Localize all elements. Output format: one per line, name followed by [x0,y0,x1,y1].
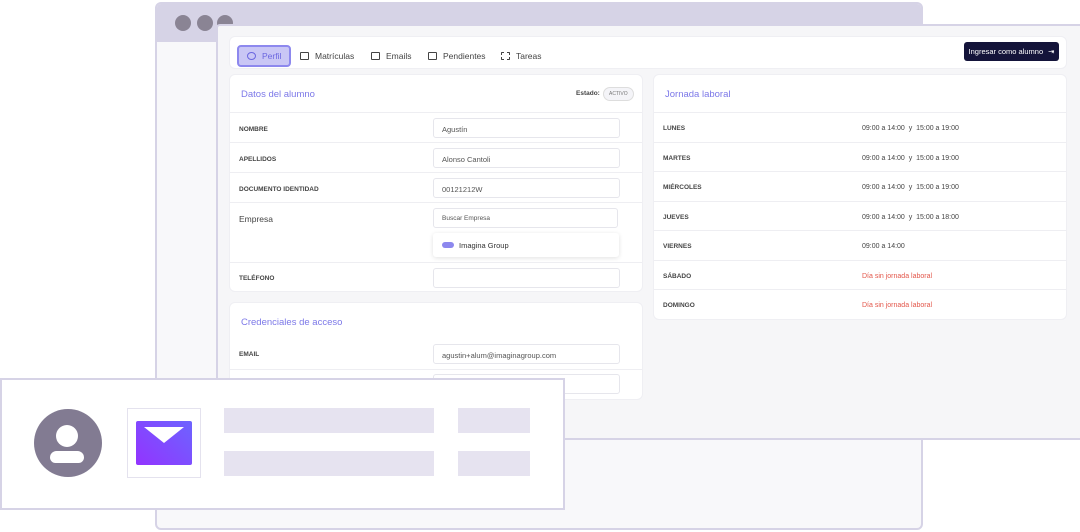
day-hours: 09:00 a 14:00 y 15:00 a 19:00 [862,125,959,132]
tab-emails[interactable]: Emails [363,45,420,67]
day-hours: 09:00 a 14:00 y 15:00 a 19:00 [862,184,959,191]
login-as-student-button[interactable]: Ingresar como alumno ⇥ [964,42,1059,61]
day-label: VIERNES [663,243,692,250]
window-dot [175,15,191,31]
mail-icon [371,52,380,60]
telefono-input[interactable] [433,268,620,288]
schedule-row: LUNES 09:00 a 14:00 y 15:00 a 19:00 [654,112,1066,141]
placeholder-bar [458,451,530,476]
status-badge: ACTIVO [603,87,634,101]
mail-icon-box [127,408,201,478]
schedule-row: VIERNES 09:00 a 14:00 [654,230,1066,259]
login-icon: ⇥ [1048,47,1055,56]
tab-pendientes[interactable]: Pendientes [420,45,494,67]
button-label: Ingresar como alumno [968,47,1044,56]
field-row: DOCUMENTO IDENTIDAD 00121212W [230,172,642,202]
day-label: MIÉRCOLES [663,184,702,191]
day-hours: 09:00 a 14:00 y 15:00 a 18:00 [862,213,959,221]
card-title: Datos del alumno [241,89,315,100]
tab-label: Perfil [262,51,282,61]
day-label: JUEVES [663,213,689,221]
placeholder-bar [458,408,530,433]
nombre-input[interactable]: Agustín [433,118,620,138]
contact-preview-card [0,378,565,510]
email-input[interactable]: agustin+alum@imaginagroup.com [433,344,620,364]
day-hours: 09:00 a 14:00 [862,243,905,250]
tab-label: Emails [386,51,412,61]
company-logo-icon [442,242,454,248]
field-label: EMAIL [239,351,260,358]
apellidos-input[interactable]: Alonso Cantoli [433,148,620,168]
schedule-row: MIÉRCOLES 09:00 a 14:00 y 15:00 a 19:00 [654,171,1066,200]
empresa-search-input[interactable]: Buscar Empresa [433,208,618,228]
tab-tareas[interactable]: Tareas [493,45,550,67]
folder-icon [300,52,309,60]
schedule-row: MARTES 09:00 a 14:00 y 15:00 a 19:00 [654,141,1066,171]
day-label: DOMINGO [663,302,695,309]
tab-label: Pendientes [443,51,486,61]
card-title: Credenciales de acceso [241,317,343,328]
day-label: SÁBADO [663,272,692,280]
envelope-icon [136,421,192,465]
inbox-icon [428,52,437,60]
schedule-row: DOMINGO Día sin jornada laboral [654,289,1066,318]
status-label: Estado: [576,90,600,97]
card-title: Jornada laboral [665,89,731,100]
tab-perfil[interactable]: Perfil [237,45,292,67]
tasks-icon [501,52,510,60]
tab-bar: Perfil Matrículas Emails Pendientes Tare… [229,36,1067,69]
schedule-row: SÁBADO Día sin jornada laboral [654,259,1066,289]
day-hours: Día sin jornada laboral [862,302,933,309]
schedule-card: Jornada laboral LUNES 09:00 a 14:00 y 15:… [653,74,1067,320]
documento-input[interactable]: 00121212W [433,178,620,198]
day-hours: 09:00 a 14:00 y 15:00 a 19:00 [862,154,959,162]
student-card: Datos del alumno Estado: ACTIVO NOMBRE Ag… [229,74,643,292]
placeholder-bar [224,408,434,433]
tab-label: Matrículas [315,51,355,61]
field-label: DOCUMENTO IDENTIDAD [239,186,319,193]
field-label: Empresa [239,214,274,224]
day-label: MARTES [663,154,691,162]
avatar-icon [34,409,102,477]
field-label: NOMBRE [239,126,268,133]
user-circle-icon [247,52,256,60]
day-label: LUNES [663,125,686,132]
tab-label: Tareas [516,51,542,61]
window-dot [197,15,213,31]
day-hours: Día sin jornada laboral [862,272,933,280]
option-label: Imagina Group [459,241,509,250]
tab-matriculas[interactable]: Matrículas [292,45,362,67]
field-row: Empresa Buscar Empresa Imagina Group [230,202,642,262]
field-row: APELLIDOS Alonso Cantoli [230,142,642,172]
field-row: NOMBRE Agustín [230,112,642,142]
placeholder-bar [224,451,434,476]
empresa-option[interactable]: Imagina Group [433,233,619,257]
field-row: TELÉFONO [230,262,642,292]
field-label: APELLIDOS [239,156,277,163]
schedule-row: JUEVES 09:00 a 14:00 y 15:00 a 18:00 [654,200,1066,230]
field-label: TELÉFONO [239,275,275,282]
